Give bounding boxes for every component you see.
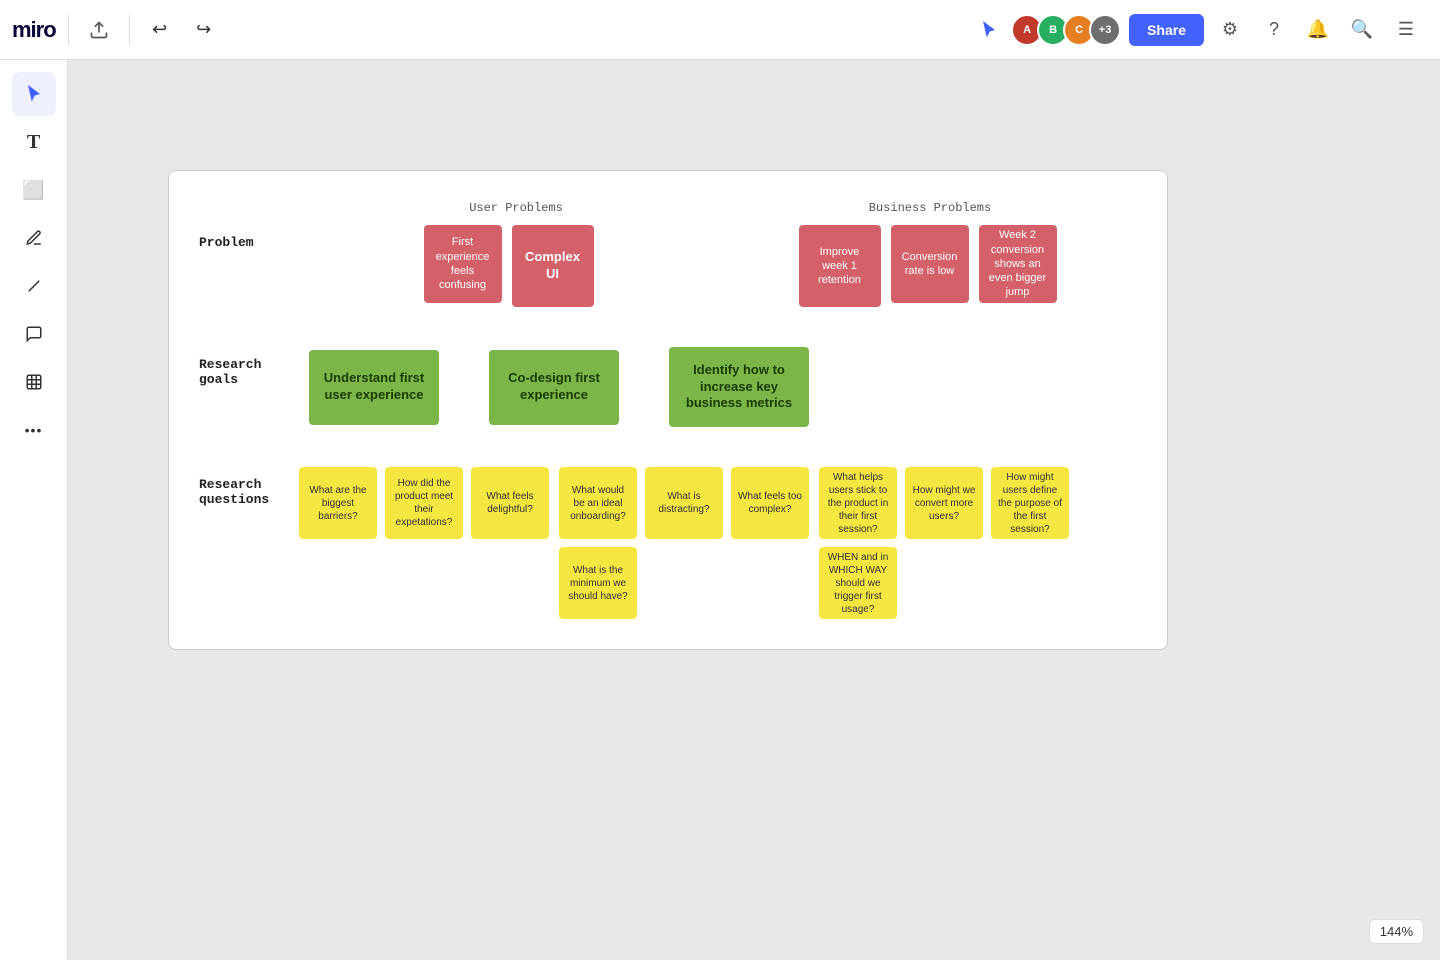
research-questions-row: Research questions What are the biggest … xyxy=(199,467,1137,619)
question-group-3-row2: WHEN and in WHICH WAY should we trigger … xyxy=(819,547,1069,619)
problem-content: First experience feels confusing Complex… xyxy=(299,225,1137,307)
topbar-right: A B C +3 Share ⚙ ? 🔔 🔍 ☰ xyxy=(959,12,1440,48)
question-group-2-row1: What would be an ideal onboarding? What … xyxy=(559,467,809,539)
goals-content: Understand first user experience Co-desi… xyxy=(299,347,1137,427)
q3-4[interactable]: WHEN and in WHICH WAY should we trigger … xyxy=(819,547,897,619)
line-tool-button[interactable] xyxy=(12,264,56,308)
topbar: miro ↩ ↪ A B C +3 Share ⚙ ? 🔔 🔍 ☰ xyxy=(0,0,1440,60)
problem-label: Problem xyxy=(199,225,299,250)
sticky-conversion[interactable]: Conversion rate is low xyxy=(891,225,969,303)
pen-tool-button[interactable] xyxy=(12,216,56,260)
col-header-user: User Problems xyxy=(309,201,723,215)
topbar-separator xyxy=(68,15,69,45)
settings-icon[interactable]: ⚙ xyxy=(1212,12,1248,48)
q1-1[interactable]: What are the biggest barriers? xyxy=(299,467,377,539)
notifications-icon[interactable]: 🔔 xyxy=(1300,12,1336,48)
cursor-icon xyxy=(975,16,1003,44)
redo-button[interactable]: ↪ xyxy=(186,12,222,48)
q3-3[interactable]: How might users define the purpose of th… xyxy=(991,467,1069,539)
topbar-left: miro ↩ ↪ xyxy=(0,12,234,48)
export-button[interactable] xyxy=(81,12,117,48)
research-goals-row: Research goals Understand first user exp… xyxy=(199,347,1137,427)
help-icon[interactable]: ? xyxy=(1256,12,1292,48)
canvas[interactable]: User Problems Business Problems Problem … xyxy=(68,60,1440,960)
avatar-count: +3 xyxy=(1089,14,1121,46)
q1-3[interactable]: What feels delightful? xyxy=(471,467,549,539)
questions-content: What are the biggest barriers? How did t… xyxy=(299,467,1137,619)
miro-logo[interactable]: miro xyxy=(12,17,56,43)
column-headers: User Problems Business Problems xyxy=(199,201,1137,215)
text-tool-button[interactable]: T xyxy=(12,120,56,164)
q2-4[interactable]: What is the minimum we should have? xyxy=(559,547,637,619)
q2-2[interactable]: What is distracting? xyxy=(645,467,723,539)
question-group-3: What helps users stick to the product in… xyxy=(819,467,1069,619)
sidebar: T ⬜ ••• xyxy=(0,60,68,960)
q2-3[interactable]: What feels too complex? xyxy=(731,467,809,539)
question-group-2-row2: What is the minimum we should have? xyxy=(559,547,809,619)
menu-icon[interactable]: ☰ xyxy=(1388,12,1424,48)
question-group-1-row: What are the biggest barriers? How did t… xyxy=(299,467,549,539)
research-goals-label: Research goals xyxy=(199,347,299,387)
topbar-separator2 xyxy=(129,15,130,45)
avatars-group: A B C +3 xyxy=(1011,14,1121,46)
goal-1[interactable]: Understand first user experience xyxy=(309,350,439,425)
board: User Problems Business Problems Problem … xyxy=(168,170,1168,650)
frame-tool-button[interactable] xyxy=(12,360,56,404)
zoom-level: 144% xyxy=(1369,919,1424,944)
undo-button[interactable]: ↩ xyxy=(142,12,178,48)
col-header-business: Business Problems xyxy=(723,201,1137,215)
goal-2[interactable]: Co-design first experience xyxy=(489,350,619,425)
q2-1[interactable]: What would be an ideal onboarding? xyxy=(559,467,637,539)
sticky-complex-ui[interactable]: Complex UI xyxy=(512,225,594,307)
comment-tool-button[interactable] xyxy=(12,312,56,356)
more-tools-button[interactable]: ••• xyxy=(12,408,56,452)
q1-2[interactable]: How did the product meet their expetatio… xyxy=(385,467,463,539)
sticky-retention[interactable]: Improve week 1 retention xyxy=(799,225,881,307)
goal-3[interactable]: Identify how to increase key business me… xyxy=(669,347,809,427)
q3-1[interactable]: What helps users stick to the product in… xyxy=(819,467,897,539)
sticky-week2[interactable]: Week 2 conversion shows an even bigger j… xyxy=(979,225,1057,303)
sticky-first-experience[interactable]: First experience feels confusing xyxy=(424,225,502,303)
q3-2[interactable]: How might we convert more users? xyxy=(905,467,983,539)
research-questions-label: Research questions xyxy=(199,467,299,507)
question-group-3-row1: What helps users stick to the product in… xyxy=(819,467,1069,539)
cursor-tool-button[interactable] xyxy=(12,72,56,116)
problem-row: Problem First experience feels confusing… xyxy=(199,225,1137,307)
user-problem-stickies: First experience feels confusing Complex… xyxy=(299,225,718,307)
search-icon[interactable]: 🔍 xyxy=(1344,12,1380,48)
sticky-tool-button[interactable]: ⬜ xyxy=(12,168,56,212)
share-button[interactable]: Share xyxy=(1129,14,1204,46)
question-group-2: What would be an ideal onboarding? What … xyxy=(559,467,809,619)
business-problem-stickies: Improve week 1 retention Conversion rate… xyxy=(718,225,1137,307)
question-group-1: What are the biggest barriers? How did t… xyxy=(299,467,549,619)
